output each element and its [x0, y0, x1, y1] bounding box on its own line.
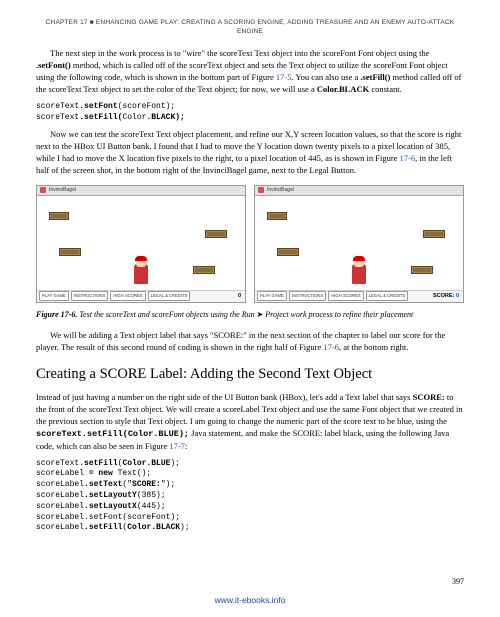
inline-code: scoreText.setFill(Color.BLUE);: [36, 429, 189, 439]
c2l3e: ");: [161, 480, 175, 489]
screenshot-right: InvinciBagel PLAY GAME INSTRUCTIONS HIGH…: [254, 185, 464, 303]
platform: [267, 212, 287, 220]
c1-e: .setFill(: [79, 113, 122, 122]
c2l3b: .setText: [84, 480, 122, 489]
app-icon: [40, 187, 46, 193]
c2l3c: (": [122, 480, 132, 489]
paragraph-1: The next step in the work process is to …: [36, 48, 464, 96]
ui-button-bar: PLAY GAME INSTRUCTIONS HIGH SCORES LEGAL…: [37, 290, 245, 302]
instructions-button[interactable]: INSTRUCTIONS: [289, 291, 326, 301]
p3-end: , at the bottom right.: [339, 342, 408, 352]
p1-a: The next step in the work process is to …: [50, 48, 430, 58]
chapter-header: CHAPTER 17 ■ ENHANCING GAME PLAY: CREATI…: [36, 18, 464, 36]
instructions-button[interactable]: INSTRUCTIONS: [71, 291, 108, 301]
player-sprite: [134, 264, 148, 284]
c2l7a: scoreLabel: [36, 523, 84, 532]
caption-a: Test the scoreText and scoreFont objects…: [79, 310, 256, 319]
caption-c: Project work process to refine their pla…: [263, 310, 413, 319]
c2l5c: (445);: [137, 502, 166, 511]
paragraph-4: Instead of just having a number on the r…: [36, 392, 464, 452]
c2l4c: (385);: [137, 491, 166, 500]
p1-b: .setFont(): [36, 60, 71, 70]
legal-credits-button[interactable]: LEGAL & CREDITS: [366, 291, 409, 301]
screenshot-left: InvinciBagel PLAY GAME INSTRUCTIONS HIGH…: [36, 185, 246, 303]
window-titlebar: InvinciBagel: [255, 186, 463, 196]
footer-link[interactable]: www.it-ebooks.info: [0, 595, 500, 607]
p1-h: Color.BLACK: [317, 84, 369, 94]
paragraph-2: Now we can test the scoreText Text objec…: [36, 129, 464, 177]
p4-b: SCORE:: [413, 392, 445, 402]
c2l1e: );: [170, 459, 180, 468]
play-game-button[interactable]: PLAY GAME: [39, 291, 69, 301]
p4-e: :: [185, 441, 187, 451]
score-value: 0: [456, 293, 459, 299]
platform: [205, 230, 227, 238]
code-block-2: scoreText.setFill(Color.BLUE); scoreLabe…: [36, 459, 464, 535]
figure-17-6: InvinciBagel PLAY GAME INSTRUCTIONS HIGH…: [36, 185, 464, 303]
platform: [49, 212, 69, 220]
c2l1b: .setFill: [79, 459, 117, 468]
fig-link-17-6b[interactable]: 17-6: [323, 342, 339, 352]
c2l6: scoreLabel.setFont(scoreFont);: [36, 513, 180, 522]
c2l3d: SCORE:: [132, 480, 161, 489]
platform: [59, 248, 81, 256]
c2l7e: );: [180, 523, 190, 532]
p1-e: . You can also use a: [291, 72, 360, 82]
platform: [411, 266, 433, 274]
player-sprite: [352, 264, 366, 284]
platform: [423, 230, 445, 238]
score-label: SCORE:: [433, 293, 454, 299]
figure-caption: Figure 17-6. Test the scoreText and scor…: [36, 309, 464, 320]
c2l7d: Color.BLACK: [127, 523, 180, 532]
window-titlebar: InvinciBagel: [37, 186, 245, 196]
score-display: SCORE: 0: [433, 293, 461, 301]
section-heading: Creating a SCORE Label: Adding the Secon…: [36, 364, 464, 384]
c1-b: .setFont: [79, 102, 117, 111]
p1-f: .setFill(): [360, 72, 390, 82]
c2l4a: scoreLabel: [36, 491, 84, 500]
c2l5b: .setLayoutX: [84, 502, 137, 511]
c2l4b: .setLayoutY: [84, 491, 137, 500]
score-value: 0: [238, 293, 243, 301]
legal-credits-button[interactable]: LEGAL & CREDITS: [148, 291, 191, 301]
p4-a: Instead of just having a number on the r…: [36, 392, 413, 402]
window-title: InvinciBagel: [49, 187, 76, 194]
app-icon: [258, 187, 264, 193]
platform: [277, 248, 299, 256]
high-scores-button[interactable]: HIGH SCORES: [110, 291, 145, 301]
high-scores-button[interactable]: HIGH SCORES: [328, 291, 363, 301]
code-block-1: scoreText.setFont(scoreFont); scoreText.…: [36, 102, 464, 124]
p1-i: constant.: [369, 84, 402, 94]
c1-f: Color: [122, 113, 146, 122]
fig-link-17-7[interactable]: 17-7: [169, 441, 185, 451]
ui-button-bar: PLAY GAME INSTRUCTIONS HIGH SCORES LEGAL…: [255, 290, 463, 302]
platform: [193, 266, 215, 274]
c2l2c: Text();: [113, 469, 151, 478]
c2l3a: scoreLabel: [36, 480, 84, 489]
page-number: 397: [452, 576, 464, 587]
window-title: InvinciBagel: [267, 187, 294, 194]
p2-a: Now we can test the scoreText Text objec…: [36, 129, 461, 163]
game-area: PLAY GAME INSTRUCTIONS HIGH SCORES LEGAL…: [255, 196, 463, 302]
c2l2b: = new: [89, 469, 113, 478]
c1-c: (scoreFont);: [118, 102, 176, 111]
c2l1a: scoreText: [36, 459, 79, 468]
c1-a: scoreText: [36, 102, 79, 111]
play-game-button[interactable]: PLAY GAME: [257, 291, 287, 301]
c1-d: scoreText: [36, 113, 79, 122]
c2l7b: .setFill: [84, 523, 122, 532]
fig-link-17-5[interactable]: 17-5: [276, 72, 292, 82]
c2l5a: scoreLabel: [36, 502, 84, 511]
fig-link-17-6a[interactable]: 17-6: [400, 153, 416, 163]
c1-g: .BLACK);: [146, 113, 184, 122]
game-area: PLAY GAME INSTRUCTIONS HIGH SCORES LEGAL…: [37, 196, 245, 302]
paragraph-3: We will be adding a Text object label th…: [36, 330, 464, 354]
figure-number: Figure 17-6.: [36, 310, 77, 319]
c2l2a: scoreLabel: [36, 469, 89, 478]
c2l1d: Color.BLUE: [122, 459, 170, 468]
